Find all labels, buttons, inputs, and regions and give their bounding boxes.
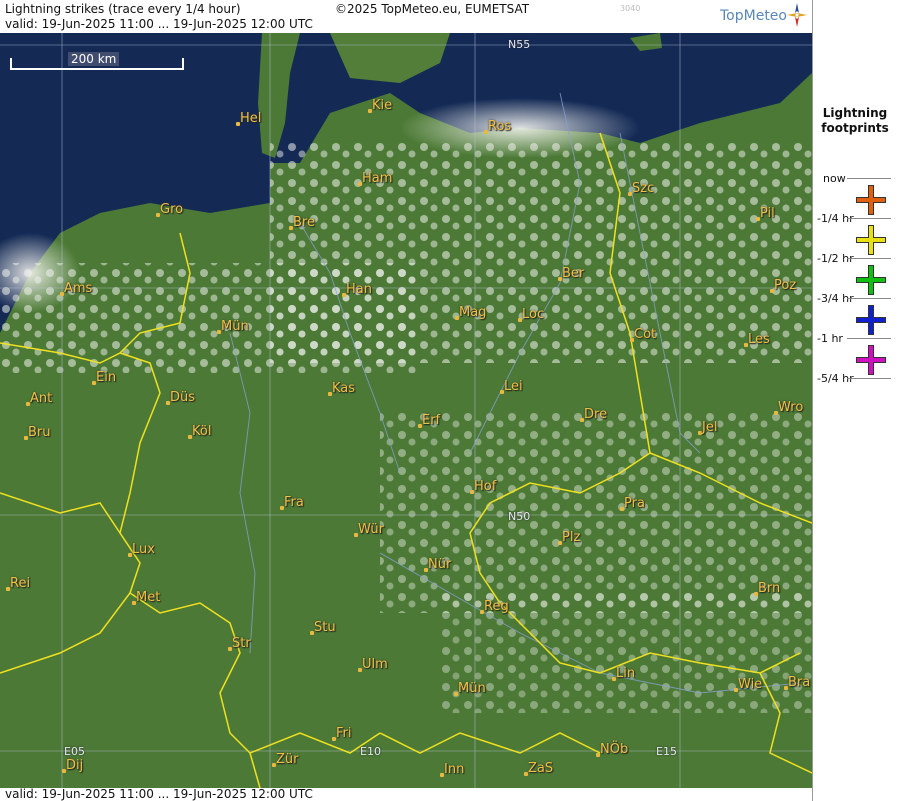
city-label: Bra [788, 675, 811, 690]
city-label: Szc [632, 181, 655, 196]
legend-title: Lightning footprints [813, 106, 897, 136]
legend-tick [847, 258, 891, 259]
city-label: Dij [66, 758, 84, 773]
city-label: Cot [634, 327, 657, 342]
legend-tick [847, 298, 891, 299]
grid-label-e15: E15 [656, 745, 677, 758]
city-label: Düs [170, 390, 196, 405]
grid-label-n55: N55 [508, 38, 531, 51]
lightning-cross-icon [856, 225, 886, 255]
lightning-cross-icon [856, 265, 886, 295]
legend-title-line1: Lightning [822, 106, 888, 120]
city-label: NÖb [600, 742, 629, 757]
city-label: Fri [336, 726, 352, 741]
city-label: Kie [372, 98, 393, 113]
copyright: ©2025 TopMeteo.eu, EUMETSAT [335, 2, 530, 16]
city-label: Jel [702, 420, 718, 435]
city-label: Plz [562, 530, 581, 545]
city-label: Ulm [362, 657, 388, 672]
city-label: Bre [293, 215, 315, 230]
city-label: Met [136, 590, 161, 605]
city-label: Gro [160, 202, 184, 217]
city-label: Bru [28, 425, 51, 440]
city-label: Hof [474, 479, 497, 494]
city-label: Mün [458, 681, 486, 696]
product-code: 3040 [620, 4, 641, 13]
legend-label: now [823, 172, 846, 185]
city-label: Str [232, 636, 251, 651]
brand-name: TopMeteo [720, 8, 787, 24]
city-label: Köl [192, 424, 212, 439]
city-label: Hel [240, 111, 262, 126]
city-label: Rei [10, 576, 31, 591]
city-label: Zür [276, 752, 299, 767]
map-title: Lightning strikes (trace every 1/4 hour) [5, 2, 241, 16]
city-label: Ams [64, 281, 93, 296]
map-background [0, 33, 812, 788]
valid-time-top: valid: 19-Jun-2025 11:00 ... 19-Jun-2025… [5, 17, 313, 31]
legend-title-line2: footprints [821, 121, 889, 135]
city-label: Pil [760, 206, 775, 221]
city-label: Ber [562, 266, 585, 281]
city-label: Lux [132, 542, 155, 557]
brand-logo: TopMeteo [720, 8, 787, 24]
city-label: Les [748, 332, 770, 347]
legend-label: -1 hr [817, 332, 843, 345]
legend-tick [847, 338, 891, 339]
valid-time-bottom: valid: 19-Jun-2025 11:00 ... 19-Jun-2025… [5, 787, 313, 801]
city-label: Lin [616, 666, 636, 681]
city-label: Loc [522, 307, 545, 322]
city-label: Wie [738, 677, 763, 692]
city-label: Mün [221, 319, 249, 334]
city-label: Poz [774, 278, 797, 293]
city-label: ZaS [528, 761, 554, 776]
grid-label-e05: E05 [64, 745, 85, 758]
city-label: Lei [504, 379, 523, 394]
city-label: Reg [484, 599, 509, 614]
lightning-cross-icon [856, 185, 886, 215]
city-label: Kas [332, 381, 356, 396]
cloud-band-south [380, 413, 812, 613]
city-label: Erf [422, 413, 441, 428]
city-label: Mag [459, 305, 487, 320]
city-label: Brn [758, 581, 781, 596]
cloud-patch-baltic [400, 98, 640, 158]
legend-tick [847, 378, 891, 379]
city-label: Han [346, 282, 372, 297]
compass-icon [787, 3, 807, 27]
grid-label-e10: E10 [360, 745, 381, 758]
city-label: Ant [30, 391, 53, 406]
city-label: Nür [428, 557, 452, 572]
satellite-map[interactable]: 200 km N55 N50 E05 E10 E15 Hel Kie Ros Ham S… [0, 33, 812, 788]
lightning-cross-icon [856, 305, 886, 335]
header: Lightning strikes (trace every 1/4 hour)… [0, 0, 812, 33]
city-label: Ham [362, 171, 393, 186]
city-label: Wür [358, 522, 384, 537]
legend-tick [847, 218, 891, 219]
city-label: Inn [444, 762, 465, 777]
city-label: Dre [584, 407, 608, 422]
city-label: Wro [778, 400, 804, 415]
city-label: Ein [96, 370, 117, 385]
city-label: Fra [284, 495, 304, 510]
footer: valid: 19-Jun-2025 11:00 ... 19-Jun-2025… [0, 788, 812, 801]
city-label: Pra [624, 496, 645, 511]
scale-label: 200 km [68, 52, 120, 66]
legend-tick [847, 178, 891, 179]
legend-panel: Lightning footprints now -1/4 hr -1/2 hr -3… [812, 0, 904, 801]
city-label: Ros [488, 119, 512, 134]
city-label: Stu [314, 620, 336, 635]
grid-label-n50: N50 [508, 510, 531, 523]
lightning-cross-icon [856, 345, 886, 375]
